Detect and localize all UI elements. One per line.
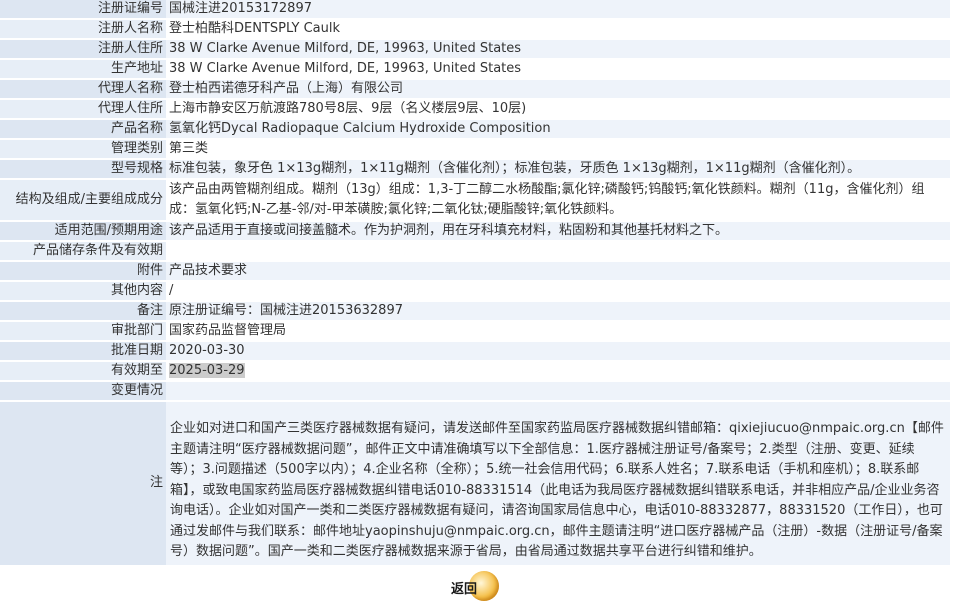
value-attachment: 产品技术要求: [166, 262, 950, 280]
row-remark: 备注 原注册证编号：国械注进20153632897: [0, 302, 950, 320]
value-valid-until[interactable]: 2025-03-29: [169, 363, 245, 378]
value-approval-dept: 国家药品监督管理局: [166, 322, 950, 340]
label-registrant-name: 注册人名称: [0, 20, 166, 38]
row-intended-use: 适用范围/预期用途 该产品适用于直接或间接盖髓术。作为护洞剂，用在牙科填充材料，…: [0, 222, 950, 240]
value-storage: [166, 242, 950, 260]
value-product-name: 氢氧化钙Dycal Radiopaque Calcium Hydroxide C…: [166, 120, 950, 138]
label-agent-name: 代理人名称: [0, 80, 166, 98]
label-agent-address: 代理人住所: [0, 100, 166, 118]
label-production-address: 生产地址: [0, 60, 166, 78]
row-reg-no: 注册证编号 国械注进20153172897: [0, 0, 950, 18]
row-approval-date: 批准日期 2020-03-30: [0, 342, 950, 360]
value-note: 企业如对进口和国产三类医疗器械数据有疑问，请发送邮件至国家药监局医疗器械数据纠错…: [166, 402, 950, 565]
label-valid-until: 有效期至: [0, 362, 166, 380]
value-other: /: [166, 282, 950, 300]
row-model-spec: 型号规格 标准包装，象牙色 1×13g糊剂，1×11g糊剂（含催化剂）；标准包装…: [0, 160, 950, 178]
label-remark: 备注: [0, 302, 166, 320]
label-note: 注: [0, 402, 166, 565]
back-button-label: 返回: [451, 582, 478, 597]
value-agent-name: 登士柏西诺德牙科产品（上海）有限公司: [166, 80, 950, 98]
value-valid-until-cell: 2025-03-29: [166, 362, 950, 380]
label-product-name: 产品名称: [0, 120, 166, 138]
label-registrant-address: 注册人住所: [0, 40, 166, 58]
row-agent-name: 代理人名称 登士柏西诺德牙科产品（上海）有限公司: [0, 80, 950, 98]
label-model-spec: 型号规格: [0, 160, 166, 178]
label-changes: 变更情况: [0, 382, 166, 400]
label-reg-no: 注册证编号: [0, 0, 166, 18]
value-production-address: 38 W Clarke Avenue Milford, DE, 19963, U…: [166, 60, 950, 78]
value-agent-address: 上海市静安区万航渡路780号8层、9层（名义楼层9层、10层): [166, 100, 950, 118]
label-intended-use: 适用范围/预期用途: [0, 222, 166, 240]
row-product-name: 产品名称 氢氧化钙Dycal Radiopaque Calcium Hydrox…: [0, 120, 950, 138]
row-registrant-name: 注册人名称 登士柏酷科DENTSPLY Caulk: [0, 20, 950, 38]
value-composition: 该产品由两管糊剂组成。糊剂（13g）组成：1,3-丁二醇二水杨酸酯;氯化锌;磷酸…: [166, 180, 950, 220]
value-changes: [166, 382, 950, 400]
value-management-class: 第三类: [166, 140, 950, 158]
value-intended-use: 该产品适用于直接或间接盖髓术。作为护洞剂，用在牙科填充材料，粘固粉和其他基托材料…: [166, 222, 950, 240]
row-attachment: 附件 产品技术要求: [0, 262, 950, 280]
value-registrant-name: 登士柏酷科DENTSPLY Caulk: [166, 20, 950, 38]
label-management-class: 管理类别: [0, 140, 166, 158]
row-changes: 变更情况: [0, 382, 950, 400]
row-agent-address: 代理人住所 上海市静安区万航渡路780号8层、9层（名义楼层9层、10层): [0, 100, 950, 118]
row-registrant-address: 注册人住所 38 W Clarke Avenue Milford, DE, 19…: [0, 40, 950, 58]
row-production-address: 生产地址 38 W Clarke Avenue Milford, DE, 199…: [0, 60, 950, 78]
value-reg-no: 国械注进20153172897: [166, 0, 950, 18]
row-storage: 产品储存条件及有效期: [0, 242, 950, 260]
back-button[interactable]: 返回: [447, 571, 501, 603]
label-approval-dept: 审批部门: [0, 322, 166, 340]
row-composition: 结构及组成/主要组成成分 该产品由两管糊剂组成。糊剂（13g）组成：1,3-丁二…: [0, 180, 950, 220]
row-other: 其他内容 /: [0, 282, 950, 300]
label-storage: 产品储存条件及有效期: [0, 242, 166, 260]
row-valid-until: 有效期至 2025-03-29: [0, 362, 950, 380]
bottom-bar: 返回: [0, 567, 955, 606]
value-registrant-address: 38 W Clarke Avenue Milford, DE, 19963, U…: [166, 40, 950, 58]
label-composition: 结构及组成/主要组成成分: [0, 180, 166, 220]
label-attachment: 附件: [0, 262, 166, 280]
row-management-class: 管理类别 第三类: [0, 140, 950, 158]
detail-table: 注册证编号 国械注进20153172897 注册人名称 登士柏酷科DENTSPL…: [0, 0, 950, 567]
value-approval-date: 2020-03-30: [166, 342, 950, 360]
row-note: 注 企业如对进口和国产三类医疗器械数据有疑问，请发送邮件至国家药监局医疗器械数据…: [0, 402, 950, 565]
label-approval-date: 批准日期: [0, 342, 166, 360]
value-remark: 原注册证编号：国械注进20153632897: [166, 302, 950, 320]
label-other: 其他内容: [0, 282, 166, 300]
value-model-spec: 标准包装，象牙色 1×13g糊剂，1×11g糊剂（含催化剂）；标准包装，牙质色 …: [166, 160, 950, 178]
row-approval-dept: 审批部门 国家药品监督管理局: [0, 322, 950, 340]
